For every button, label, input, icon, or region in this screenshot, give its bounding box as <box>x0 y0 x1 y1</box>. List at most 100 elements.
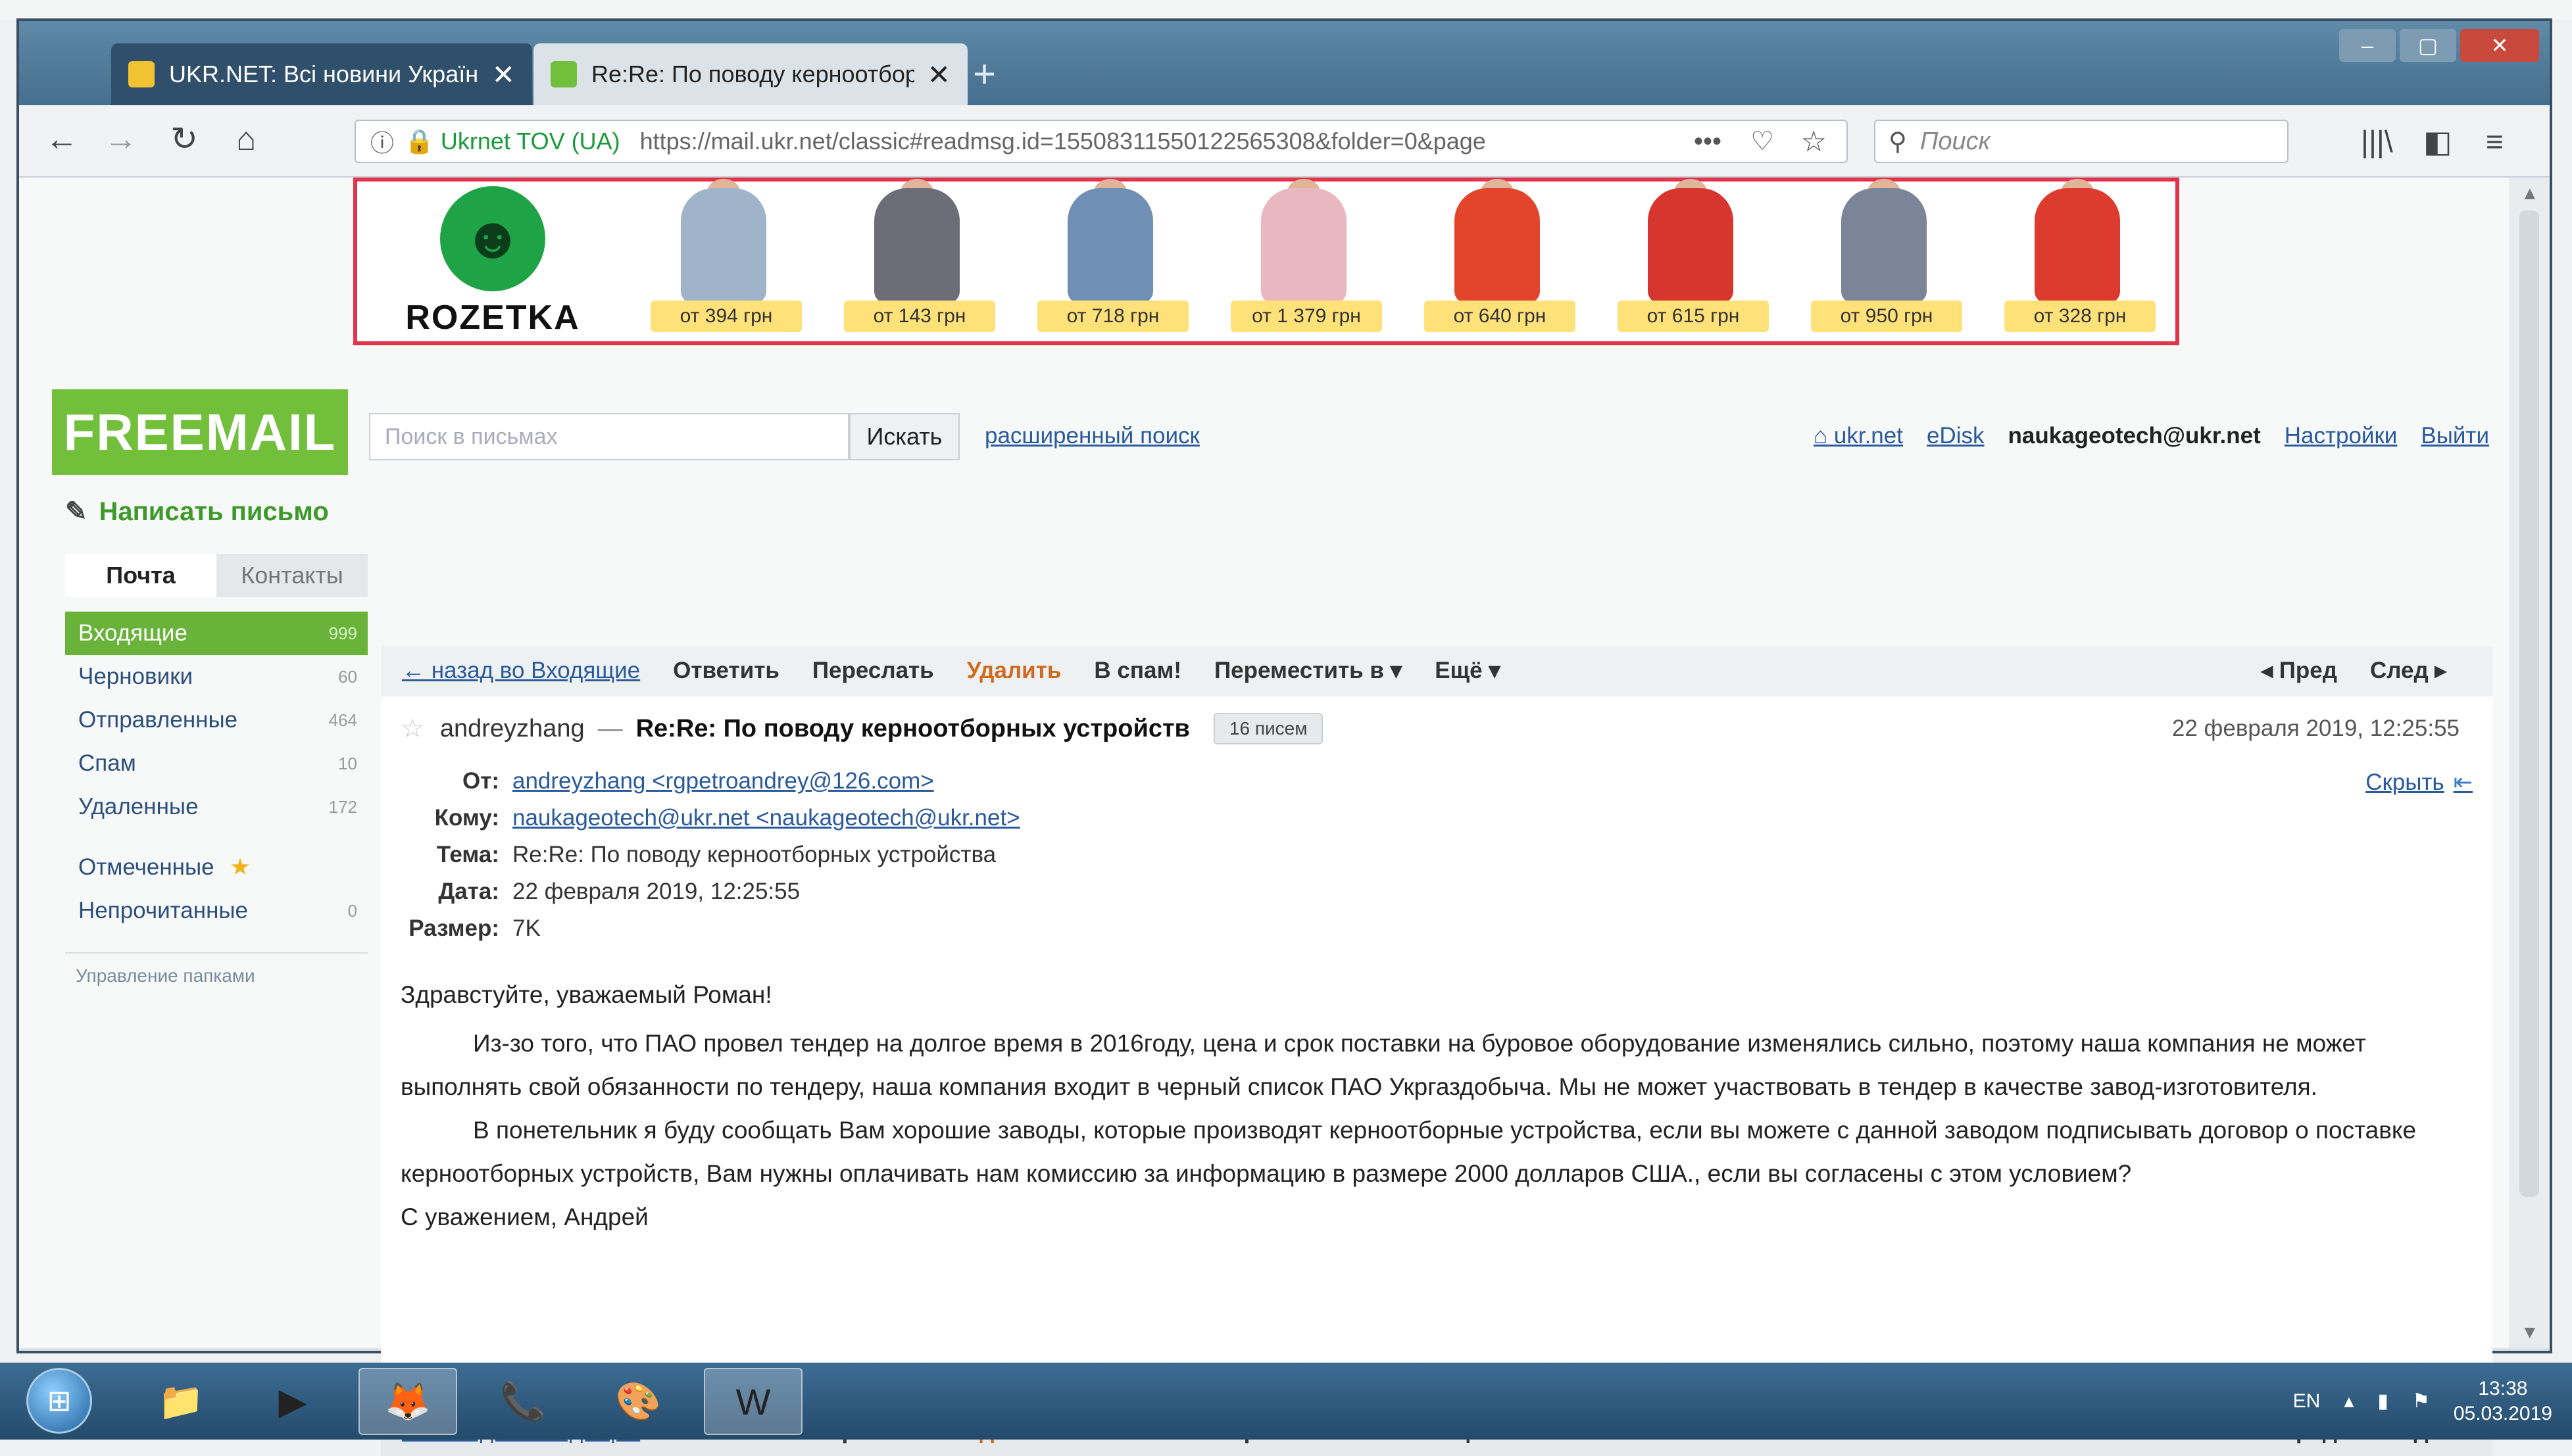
star-icon[interactable]: ☆ <box>1801 125 1827 158</box>
manage-folders-link[interactable]: Управление папками <box>65 952 368 986</box>
banner-product[interactable]: от 1 379 грн <box>1208 179 1402 341</box>
freemail-logo[interactable]: FREEMAIL <box>52 389 348 475</box>
firefox-icon[interactable]: 🦊 <box>359 1368 457 1435</box>
paragraph: В понетельник я буду сообщать Вам хороши… <box>401 1117 2417 1187</box>
sidebar-item-sent[interactable]: Отправленные 464 <box>65 698 368 742</box>
signature: С уважением, Андрей <box>401 1203 649 1230</box>
compose-label: Написать письмо <box>99 497 329 526</box>
menu-icon[interactable]: ≡ <box>2486 124 2504 159</box>
subject-label: Тема: <box>436 842 499 867</box>
viber-icon[interactable]: 📞 <box>474 1368 572 1435</box>
prev-button[interactable]: ◂ Пред <box>2261 658 2337 684</box>
network-icon[interactable]: ▮ <box>2377 1390 2388 1413</box>
banner-product[interactable]: от 394 грн <box>628 179 822 341</box>
reload-icon[interactable]: ↻ <box>170 120 198 158</box>
url-bar[interactable]: ⓘ 🔒 Ukrnet TOV (UA) https://mail.ukr.net… <box>355 120 1848 163</box>
separator: — <box>597 714 623 742</box>
rozetka-logo: ☻ ROZETKA <box>357 182 628 341</box>
folder-count: 999 <box>328 623 357 643</box>
media-player-icon[interactable]: ▶ <box>243 1368 342 1435</box>
banner-product[interactable]: от 615 грн <box>1595 179 1789 341</box>
clock-time: 13:38 <box>2478 1377 2528 1399</box>
folder-label: Непрочитанные <box>78 898 249 923</box>
sidebar-item-starred[interactable]: Отмеченные ★ <box>65 846 368 889</box>
star-icon[interactable]: ☆ <box>401 714 424 744</box>
clock[interactable]: 13:38 05.03.2019 <box>2454 1376 2552 1426</box>
window-close-button[interactable]: ✕ <box>2460 29 2539 62</box>
subject-value: Re:Re: По поводу керноотборных устройств… <box>512 842 997 867</box>
ukrnet-link[interactable]: ⌂ ukr.net <box>1814 423 1903 449</box>
tab-mail-folders[interactable]: Почта <box>65 554 216 597</box>
forward-icon[interactable]: → <box>105 120 137 158</box>
move-to-dropdown[interactable]: Переместить в ▾ <box>1214 658 1402 684</box>
tab-ukrnet[interactable]: UKR.NET: Всі новини Україн ✕ <box>111 43 532 105</box>
banner-product[interactable]: от 328 грн <box>1982 179 2175 341</box>
more-dropdown[interactable]: Ещё ▾ <box>1435 658 1500 684</box>
sidebar-item-inbox[interactable]: Входящие 999 <box>65 612 368 655</box>
sidebar-icon[interactable]: ◧ <box>2423 124 2452 159</box>
to-label: Кому: <box>434 805 499 831</box>
minimize-button[interactable]: – <box>2339 29 2396 62</box>
sidebar-item-drafts[interactable]: Черновики 60 <box>65 655 368 698</box>
word-icon[interactable]: W <box>704 1368 803 1435</box>
collapse-icon: ⇤ <box>2453 769 2473 795</box>
delete-button[interactable]: Удалить <box>967 658 1062 684</box>
explorer-icon[interactable]: 📁 <box>132 1368 230 1435</box>
folder-count: 172 <box>328 796 357 817</box>
flag-icon[interactable]: ⚑ <box>2412 1390 2430 1413</box>
close-icon[interactable]: ✕ <box>927 59 951 91</box>
info-icon[interactable]: ⓘ <box>370 124 394 158</box>
tab-contacts[interactable]: Контакты <box>216 554 368 597</box>
spam-button[interactable]: В спам! <box>1094 658 1181 684</box>
dress-image <box>2035 188 2120 303</box>
close-icon[interactable]: ✕ <box>492 59 515 91</box>
paint-icon[interactable]: 🎨 <box>589 1368 687 1435</box>
advanced-search-link[interactable]: расширенный поиск <box>985 423 1200 449</box>
site-identity[interactable]: Ukrnet TOV (UA) <box>441 128 620 155</box>
back-icon[interactable]: ← <box>45 120 78 158</box>
thread-count-badge[interactable]: 16 писем <box>1213 713 1323 744</box>
logout-link[interactable]: Выйти <box>2421 423 2489 449</box>
language-indicator[interactable]: EN <box>2293 1390 2321 1413</box>
reply-button[interactable]: Ответить <box>673 658 779 684</box>
browser-search-input[interactable]: ⚲ Поиск <box>1874 120 2288 163</box>
maximize-button[interactable]: ▢ <box>2400 29 2456 62</box>
banner-product[interactable]: от 718 грн <box>1015 179 1208 341</box>
tab-mail[interactable]: Re:Re: По поводу керноотбор ✕ <box>533 43 968 105</box>
forward-button[interactable]: Переслать <box>812 658 934 684</box>
banner-product[interactable]: от 950 грн <box>1789 179 1982 341</box>
settings-link[interactable]: Настройки <box>2285 423 2398 449</box>
banner-product[interactable]: от 640 грн <box>1402 179 1595 341</box>
vertical-scrollbar[interactable]: ▲ ▼ <box>2509 178 2550 1348</box>
to-address[interactable]: naukageotech@ukr.net <naukageotech@ukr.n… <box>512 805 1020 831</box>
scroll-thumb[interactable] <box>2519 210 2539 1197</box>
hide-headers-link[interactable]: Скрыть ⇤ <box>2365 769 2473 796</box>
back-to-inbox-link[interactable]: ← назад во Входящие <box>402 658 640 684</box>
dress-image <box>681 188 766 303</box>
rozetka-ad-banner[interactable]: ☻ ROZETKA от 394 грн от 143 грн от 718 грн… <box>353 178 2179 345</box>
library-icon[interactable]: |||\ <box>2361 124 2393 159</box>
sidebar-item-spam[interactable]: Спам 10 <box>65 742 368 785</box>
greeting: Здравстуйте, уважаемый Роман! <box>401 981 772 1008</box>
compose-button[interactable]: ✎ Написать письмо <box>65 497 329 527</box>
home-icon[interactable]: ⌂ <box>236 120 256 158</box>
next-button[interactable]: След ▸ <box>2370 658 2446 684</box>
search-button[interactable]: Искать <box>849 413 960 460</box>
sidebar-item-unread[interactable]: Непрочитанные 0 <box>65 889 368 933</box>
start-button[interactable]: ⊞ <box>26 1368 92 1434</box>
tab-strip: UKR.NET: Всі новини Україн ✕ Re:Re: По п… <box>19 21 2550 105</box>
pocket-icon[interactable]: ♡ <box>1750 126 1774 157</box>
banner-product[interactable]: от 143 грн <box>822 179 1015 341</box>
edisk-link[interactable]: eDisk <box>1927 423 1985 449</box>
scroll-down-icon[interactable]: ▼ <box>2521 1322 2539 1343</box>
scroll-up-icon[interactable]: ▲ <box>2521 183 2539 204</box>
clock-date: 05.03.2019 <box>2453 1402 2552 1424</box>
url-text[interactable]: https://mail.ukr.net/classic#readmsg.id=… <box>640 128 1486 155</box>
sidebar-item-trash[interactable]: Удаленные 172 <box>65 785 368 829</box>
new-tab-button[interactable]: + <box>973 51 996 97</box>
tray-expand-icon[interactable]: ▴ <box>2344 1390 2354 1413</box>
more-icon[interactable]: ••• <box>1694 127 1721 157</box>
tab-label: Re:Re: По поводу керноотбор <box>591 61 914 87</box>
from-address[interactable]: andreyzhang <rgpetroandrey@126.com> <box>512 768 934 794</box>
mail-search-input[interactable]: Поиск в письмах <box>369 413 849 460</box>
